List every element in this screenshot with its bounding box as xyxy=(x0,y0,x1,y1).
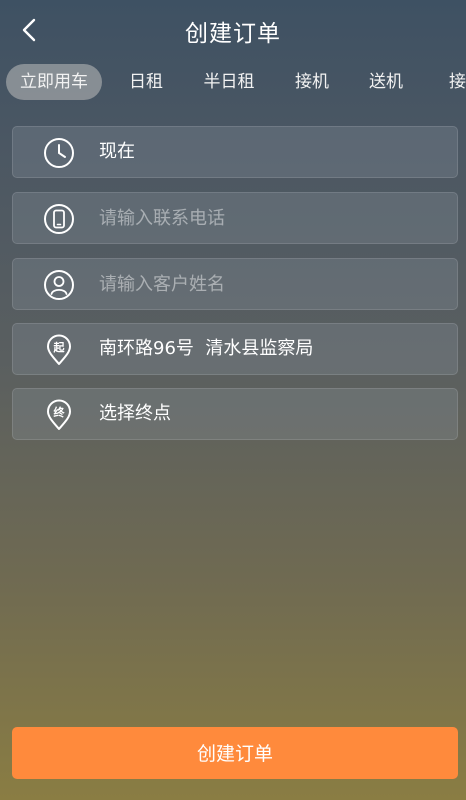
end-pin-icon: 终 xyxy=(47,399,71,430)
tab-half-day-rent[interactable]: 半日租 xyxy=(196,64,262,100)
start-pin-icon: 起 xyxy=(47,334,71,365)
start-location-field[interactable]: 起 南环路96号 清水县监察局 xyxy=(12,323,458,375)
service-tabs: 立即用车 日租 半日租 接机 送机 接站 xyxy=(0,64,466,104)
end-pin-label: 终 xyxy=(54,405,66,419)
customer-name-input[interactable] xyxy=(99,259,439,309)
tab-airport-dropoff[interactable]: 送机 xyxy=(356,64,416,100)
header: 创建订单 xyxy=(0,0,466,60)
time-field[interactable]: 现在 xyxy=(12,126,458,178)
page-title: 创建订单 xyxy=(185,21,281,47)
create-order-button[interactable]: 创建订单 xyxy=(12,727,458,779)
phone-field[interactable] xyxy=(12,192,458,244)
start-location-value: 南环路96号 清水县监察局 xyxy=(99,338,314,359)
end-location-field[interactable]: 终 选择终点 xyxy=(12,388,458,440)
tab-immediate[interactable]: 立即用车 xyxy=(6,64,102,100)
phone-icon xyxy=(44,204,74,234)
phone-input[interactable] xyxy=(99,193,439,243)
tab-station-pickup[interactable]: 接站 xyxy=(436,64,466,100)
clock-icon xyxy=(44,138,74,168)
customer-name-field[interactable] xyxy=(12,258,458,310)
time-value: 现在 xyxy=(99,141,135,162)
tab-daily-rent[interactable]: 日租 xyxy=(116,64,176,100)
end-location-value: 选择终点 xyxy=(99,403,171,424)
user-icon xyxy=(44,270,74,300)
tab-airport-pickup[interactable]: 接机 xyxy=(282,64,342,100)
start-pin-label: 起 xyxy=(53,340,66,354)
